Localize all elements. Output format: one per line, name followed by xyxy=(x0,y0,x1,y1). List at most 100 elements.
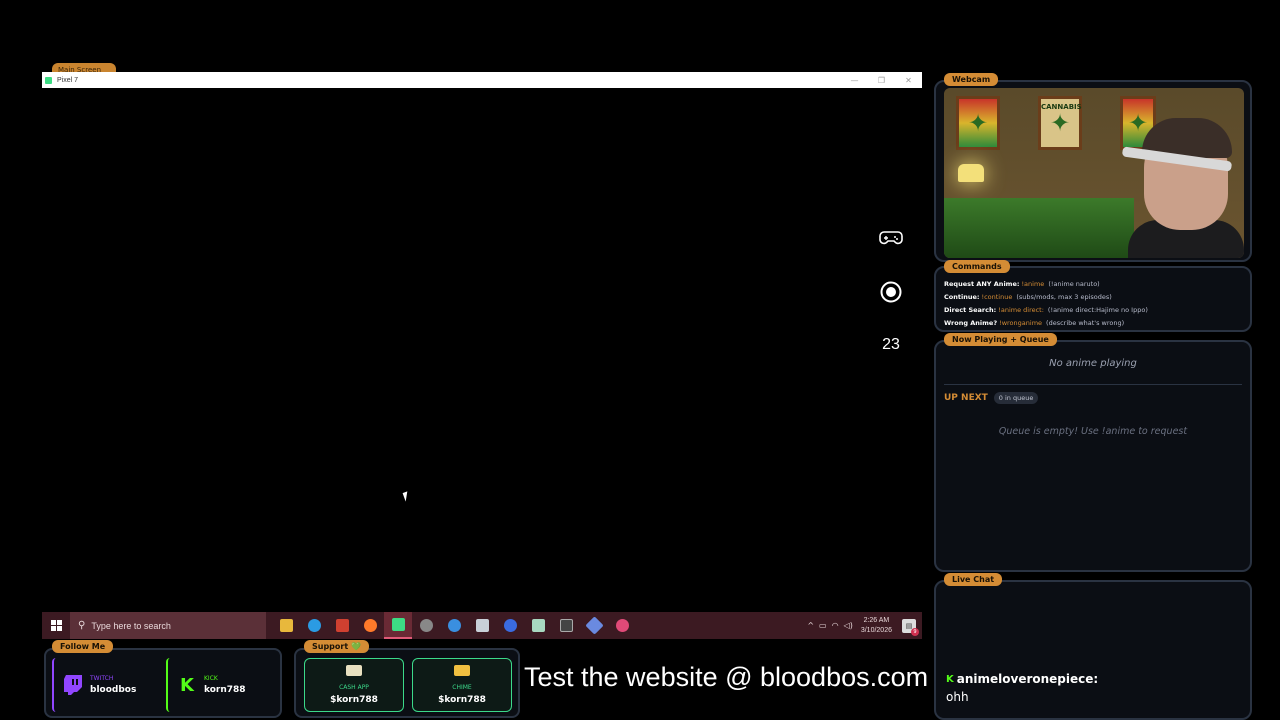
chime-tag: $korn788 xyxy=(438,695,486,705)
clock-date: 3/10/2026 xyxy=(860,626,892,634)
chat-username-row: K animeloveronepiece: xyxy=(946,672,1098,686)
command-code: !wronganime xyxy=(999,319,1043,327)
website-banner: Test the website @ bloodbos.com xyxy=(524,662,929,692)
command-code: !anime xyxy=(1021,280,1045,288)
poster-left: ✦ xyxy=(956,96,1000,150)
chat-username: animeloveronepiece: xyxy=(956,672,1099,686)
command-code: !anime direct: xyxy=(998,306,1044,314)
lamp xyxy=(958,164,984,182)
chime-name: CHIME xyxy=(452,684,472,691)
kick-card[interactable]: K KICK korn788 xyxy=(166,658,274,712)
music-app-icon[interactable] xyxy=(608,612,636,639)
poster-cannabis: CANNABIS ✦ xyxy=(1038,96,1082,150)
side-number: 23 xyxy=(882,336,900,353)
cash-icon xyxy=(346,665,362,676)
chat-message: K animeloveronepiece: ohh xyxy=(946,672,1098,704)
command-desc: (describe what's wrong) xyxy=(1046,319,1125,327)
emulator-screen[interactable] xyxy=(42,88,922,612)
command-label: Direct Search: xyxy=(944,306,997,314)
record-icon[interactable] xyxy=(879,280,903,304)
command-label: Request ANY Anime: xyxy=(944,280,1020,288)
dev-tool-icon[interactable] xyxy=(580,612,608,639)
command-row: Continue: !continue (subs/mods, max 3 epis… xyxy=(944,291,1148,304)
command-label: Wrong Anime? xyxy=(944,319,998,327)
ie-icon[interactable] xyxy=(440,612,468,639)
now-playing-status: No anime playing xyxy=(1049,358,1137,369)
twitch-platform: TWITCH xyxy=(90,675,114,682)
taskbar-apps xyxy=(272,612,636,639)
edge-icon[interactable] xyxy=(300,612,328,639)
firefox-icon[interactable] xyxy=(356,612,384,639)
search-placeholder: Type here to search xyxy=(91,620,171,631)
file-explorer-icon[interactable] xyxy=(272,612,300,639)
commands-label: Commands xyxy=(944,260,1010,273)
follow-me-label: Follow Me xyxy=(52,640,114,653)
minimize-button[interactable]: — xyxy=(841,76,868,85)
chime-card[interactable]: CHIME $korn788 xyxy=(412,658,512,712)
tray-icons: ^ ▭ ◠ ◁) xyxy=(807,621,853,630)
command-label: Continue: xyxy=(944,293,980,301)
command-row: Direct Search: !anime direct: (!anime dire… xyxy=(944,304,1148,317)
queue-count-badge: 0 in queue xyxy=(993,392,1039,404)
terminal-icon[interactable] xyxy=(552,612,580,639)
notification-badge: 9 xyxy=(911,627,919,636)
command-row: Request ANY Anime: !anime (!anime naruto) xyxy=(944,278,1148,291)
window-title: Pixel 7 xyxy=(57,76,79,84)
kick-username: korn788 xyxy=(204,685,246,695)
maximize-button[interactable]: ❐ xyxy=(868,76,895,85)
queue-panel: No anime playing UP NEXT 0 in queue Queu… xyxy=(934,340,1252,572)
start-button[interactable] xyxy=(42,612,70,639)
webcam-feed: ✦ CANNABIS ✦ ✦ xyxy=(944,88,1244,258)
leaf-icon: ✦ xyxy=(1127,109,1149,137)
support-label: Support 💚 xyxy=(304,640,369,653)
kick-icon: K xyxy=(180,674,194,696)
battery-icon[interactable]: ▭ xyxy=(819,621,827,630)
commands-panel: Request ANY Anime: !anime (!anime naruto) … xyxy=(934,266,1252,332)
gamepad-icon[interactable] xyxy=(879,228,903,248)
system-tray: ^ ▭ ◠ ◁) 2:26 AM 3/10/2026 ▤ 9 xyxy=(807,616,922,636)
app-window-icon[interactable] xyxy=(468,612,496,639)
chat-panel: K animeloveronepiece: ohh xyxy=(934,580,1252,720)
media-player-icon[interactable] xyxy=(496,612,524,639)
voicemeeter-icon[interactable] xyxy=(328,612,356,639)
clock-time: 2:26 AM xyxy=(863,616,890,624)
volume-icon[interactable]: ◁) xyxy=(844,621,853,630)
queue-empty-message: Queue is empty! Use !anime to request xyxy=(998,426,1188,437)
bed xyxy=(944,198,1134,258)
chat-text: ohh xyxy=(946,690,969,704)
twitch-icon xyxy=(64,675,82,695)
twitch-username: bloodbos xyxy=(90,685,137,695)
leaf-icon: ✦ xyxy=(967,109,989,137)
notepad-icon[interactable] xyxy=(524,612,552,639)
taskbar-clock[interactable]: 2:26 AM 3/10/2026 xyxy=(861,616,892,636)
chevron-up-icon[interactable]: ^ xyxy=(807,621,814,630)
kick-icon: K xyxy=(946,673,954,685)
windows-icon xyxy=(50,620,62,631)
live-chat-label: Live Chat xyxy=(944,573,1003,586)
credit-card-icon xyxy=(454,665,470,676)
window-titlebar[interactable]: Pixel 7 — ❐ ✕ xyxy=(42,72,922,88)
android-app-icon xyxy=(45,76,52,84)
close-button[interactable]: ✕ xyxy=(895,76,922,85)
network-icon[interactable]: ◠ xyxy=(832,621,839,630)
twitch-card[interactable]: TWITCH bloodbos xyxy=(52,658,160,712)
command-desc: (!anime direct:Hajime no Ippo) xyxy=(1047,306,1148,314)
command-desc: (subs/mods, max 3 episodes) xyxy=(1016,293,1112,301)
stream-overlay: Main Screen Pixel 7 — ❐ ✕ 23 ⚲ Type here… xyxy=(0,0,1280,720)
support-panel: CASH APP $korn788 CHIME $korn788 xyxy=(294,648,520,718)
search-icon: ⚲ xyxy=(78,620,86,631)
taskbar-search[interactable]: ⚲ Type here to search xyxy=(70,612,266,639)
command-row: Wrong Anime? !wronganime (describe what's … xyxy=(944,317,1148,330)
cashapp-card[interactable]: CASH APP $korn788 xyxy=(304,658,404,712)
command-code: !continue xyxy=(981,293,1013,301)
cashapp-tag: $korn788 xyxy=(330,695,378,705)
android-emulator-icon[interactable] xyxy=(384,612,412,639)
taskbar: ⚲ Type here to search ^ ▭ ◠ ◁) 2:26 AM 3… xyxy=(42,612,922,639)
kick-platform: KICK xyxy=(204,675,218,682)
notification-center-icon[interactable]: ▤ 9 xyxy=(902,618,919,636)
obs-icon[interactable] xyxy=(412,612,440,639)
cashapp-name: CASH APP xyxy=(339,684,369,691)
leaf-icon: ✦ xyxy=(1049,109,1071,137)
window-controls: — ❐ ✕ xyxy=(841,76,922,85)
webcam-panel: ✦ CANNABIS ✦ ✦ xyxy=(934,80,1252,262)
